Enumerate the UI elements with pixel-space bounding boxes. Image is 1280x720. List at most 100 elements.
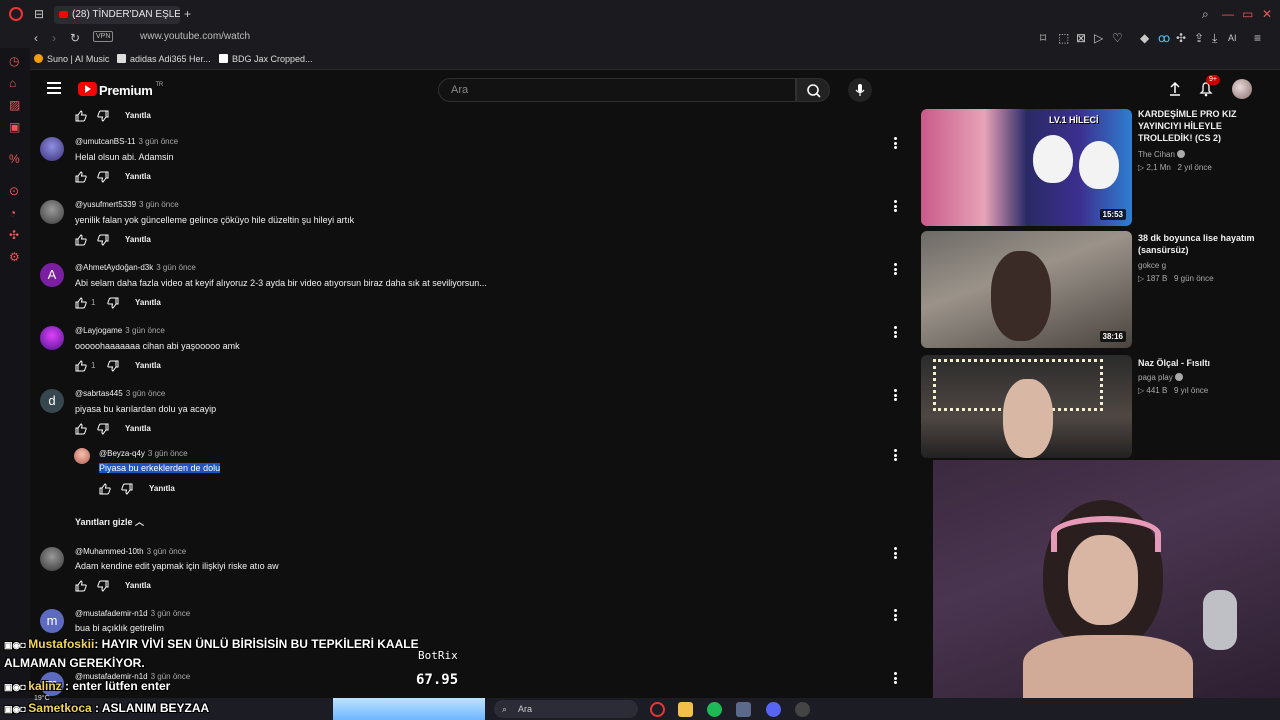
comment-avatar[interactable]: m xyxy=(40,609,64,633)
download-icon[interactable]: ⤓ xyxy=(1212,31,1217,45)
dislike-icon[interactable] xyxy=(121,483,133,495)
easy-setup-icon[interactable]: ≡ xyxy=(1254,31,1261,45)
account-avatar[interactable] xyxy=(1232,79,1252,99)
close-icon[interactable]: ✕ xyxy=(1262,7,1272,21)
heart-icon[interactable]: ♡ xyxy=(1112,31,1123,45)
create-button[interactable] xyxy=(1166,80,1184,98)
adblock-icon[interactable]: ⊠ xyxy=(1076,31,1086,45)
dislike-icon[interactable] xyxy=(97,110,109,122)
like-icon[interactable] xyxy=(75,171,87,183)
discord-icon[interactable] xyxy=(766,702,781,717)
comment-avatar[interactable] xyxy=(40,137,64,161)
reply-author[interactable]: @Beyza-q4y 3 gün önce xyxy=(99,449,188,458)
dislike-icon[interactable] xyxy=(97,234,109,246)
hide-replies-button[interactable]: Yanıtları gizle ︿ xyxy=(75,515,144,528)
more-options-icon[interactable] xyxy=(894,200,898,212)
messenger-icon[interactable]: ▣ xyxy=(9,120,20,134)
more-options-icon[interactable] xyxy=(894,263,898,275)
comment-author[interactable]: @yusufmert5339 3 gün önce xyxy=(75,200,179,209)
comment-author[interactable]: @umutcanBS-11 3 gün önce xyxy=(75,137,178,146)
comment-avatar[interactable] xyxy=(40,547,64,571)
bookmark-suno[interactable]: Suno | AI Music xyxy=(34,54,109,64)
comment-avatar[interactable]: d xyxy=(40,389,64,413)
tab-menu-icon[interactable]: ⊟ xyxy=(34,7,44,21)
dislike-icon[interactable] xyxy=(97,171,109,183)
settings-icon[interactable]: ⚙ xyxy=(9,250,20,264)
more-options-icon[interactable] xyxy=(894,672,898,684)
reply-button[interactable]: Yanıtla xyxy=(125,581,151,590)
video-channel[interactable]: paga play xyxy=(1138,373,1183,382)
minimize-icon[interactable]: — xyxy=(1222,7,1234,21)
taskbar-search[interactable]: ⌕ Ara xyxy=(494,700,638,718)
player-icon[interactable]: ▷ xyxy=(1094,31,1103,45)
dislike-icon[interactable] xyxy=(107,360,119,372)
like-icon[interactable] xyxy=(75,423,87,435)
reply-button[interactable]: Yanıtla xyxy=(125,111,151,120)
more-options-icon[interactable] xyxy=(894,547,898,559)
comment-author[interactable]: @Layjogame 3 gün önce xyxy=(75,326,165,335)
video-channel[interactable]: The Cihan xyxy=(1138,150,1185,159)
bag-icon[interactable]: ⌂ xyxy=(9,76,16,90)
more-options-icon[interactable] xyxy=(894,326,898,338)
maximize-icon[interactable]: ▭ xyxy=(1242,7,1253,21)
more-options-icon[interactable] xyxy=(894,449,898,461)
dislike-icon[interactable] xyxy=(97,423,109,435)
player-sidebar-icon[interactable]: ⊙ xyxy=(9,184,19,198)
comment-avatar[interactable] xyxy=(40,200,64,224)
vpn-badge[interactable]: VPN xyxy=(93,31,114,42)
folder-icon[interactable] xyxy=(678,702,693,717)
search-tabs-icon[interactable]: ⌕ xyxy=(1202,7,1209,21)
video-title[interactable]: KARDEŞİMLE PRO KIZ YAYINCIYI HİLEYLE TRO… xyxy=(1138,108,1273,144)
forward-icon[interactable]: › xyxy=(52,31,56,45)
extension-icon[interactable]: ◆ xyxy=(1140,31,1149,45)
reload-icon[interactable]: ↻ xyxy=(70,31,80,45)
puzzle-icon[interactable]: ✣ xyxy=(1176,31,1186,45)
translate-icon[interactable]: ꝏ xyxy=(1158,31,1170,45)
comment-author[interactable]: @Muhammed-10th 3 gün önce xyxy=(75,547,186,556)
more-options-icon[interactable] xyxy=(894,137,898,149)
bookmark-adidas[interactable]: adidas Adi365 Her... xyxy=(117,54,211,64)
tab-active[interactable]: (28) TİNDER'DAN EŞLEŞTİ xyxy=(54,6,180,24)
snapshot-icon[interactable]: ⬚ xyxy=(1058,31,1069,45)
search-button[interactable] xyxy=(796,78,830,102)
video-thumbnail[interactable] xyxy=(921,355,1132,458)
reply-button[interactable]: Yanıtla xyxy=(125,424,151,433)
opera-taskbar-icon[interactable] xyxy=(650,702,665,717)
like-icon[interactable] xyxy=(75,110,87,122)
url-field[interactable]: www.youtube.com/watch xyxy=(140,31,250,42)
comment-author[interactable]: @AhmetAydoğan-d3k 3 gün önce xyxy=(75,263,196,272)
brand-label[interactable]: Premium TR xyxy=(99,82,163,98)
history-icon[interactable]: ◷ xyxy=(9,54,19,68)
comment-author[interactable]: @sabrtas445 3 gün önce xyxy=(75,389,165,398)
comment-avatar[interactable] xyxy=(40,326,64,350)
dislike-icon[interactable] xyxy=(107,297,119,309)
video-thumbnail[interactable]: 38:16 xyxy=(921,231,1132,348)
video-thumbnail[interactable]: LV.1 HİLECİ 15:53 xyxy=(921,109,1132,226)
more-options-icon[interactable] xyxy=(894,609,898,621)
bookmark-icon[interactable]: ⌑ xyxy=(1040,31,1046,45)
opera-logo-icon[interactable] xyxy=(9,7,23,21)
clock-icon[interactable]: ◔ xyxy=(9,206,16,220)
app-icon[interactable] xyxy=(795,702,810,717)
spotify-icon[interactable] xyxy=(707,702,722,717)
more-options-icon[interactable] xyxy=(894,389,898,401)
menu-icon[interactable] xyxy=(47,82,61,96)
puzzle-sidebar-icon[interactable]: ✣ xyxy=(9,228,19,242)
reply-button[interactable]: Yanıtla xyxy=(125,235,151,244)
youtube-logo-icon[interactable] xyxy=(78,82,97,96)
aria-ai-button[interactable]: AI xyxy=(1228,31,1237,45)
like-icon[interactable] xyxy=(75,234,87,246)
video-channel[interactable]: gokce g xyxy=(1138,261,1166,270)
reply-button[interactable]: Yanıtla xyxy=(149,484,175,493)
new-tab-icon[interactable]: + xyxy=(184,7,191,21)
like-icon[interactable] xyxy=(75,580,87,592)
comment-author[interactable]: @mustafademir-n1d 3 gün önce xyxy=(75,609,190,618)
reply-button[interactable]: Yanıtla xyxy=(135,298,161,307)
voice-search-button[interactable] xyxy=(848,78,872,102)
video-title[interactable]: 38 dk boyunca lise hayatım (sansürsüz) xyxy=(1138,232,1273,256)
comment-avatar[interactable]: A xyxy=(40,263,64,287)
reply-button[interactable]: Yanıtla xyxy=(125,172,151,181)
palette-icon[interactable]: ▨ xyxy=(9,98,20,112)
settings-taskbar-icon[interactable] xyxy=(736,702,751,717)
video-title[interactable]: Naz Ölçal - Fısıltı xyxy=(1138,357,1273,369)
